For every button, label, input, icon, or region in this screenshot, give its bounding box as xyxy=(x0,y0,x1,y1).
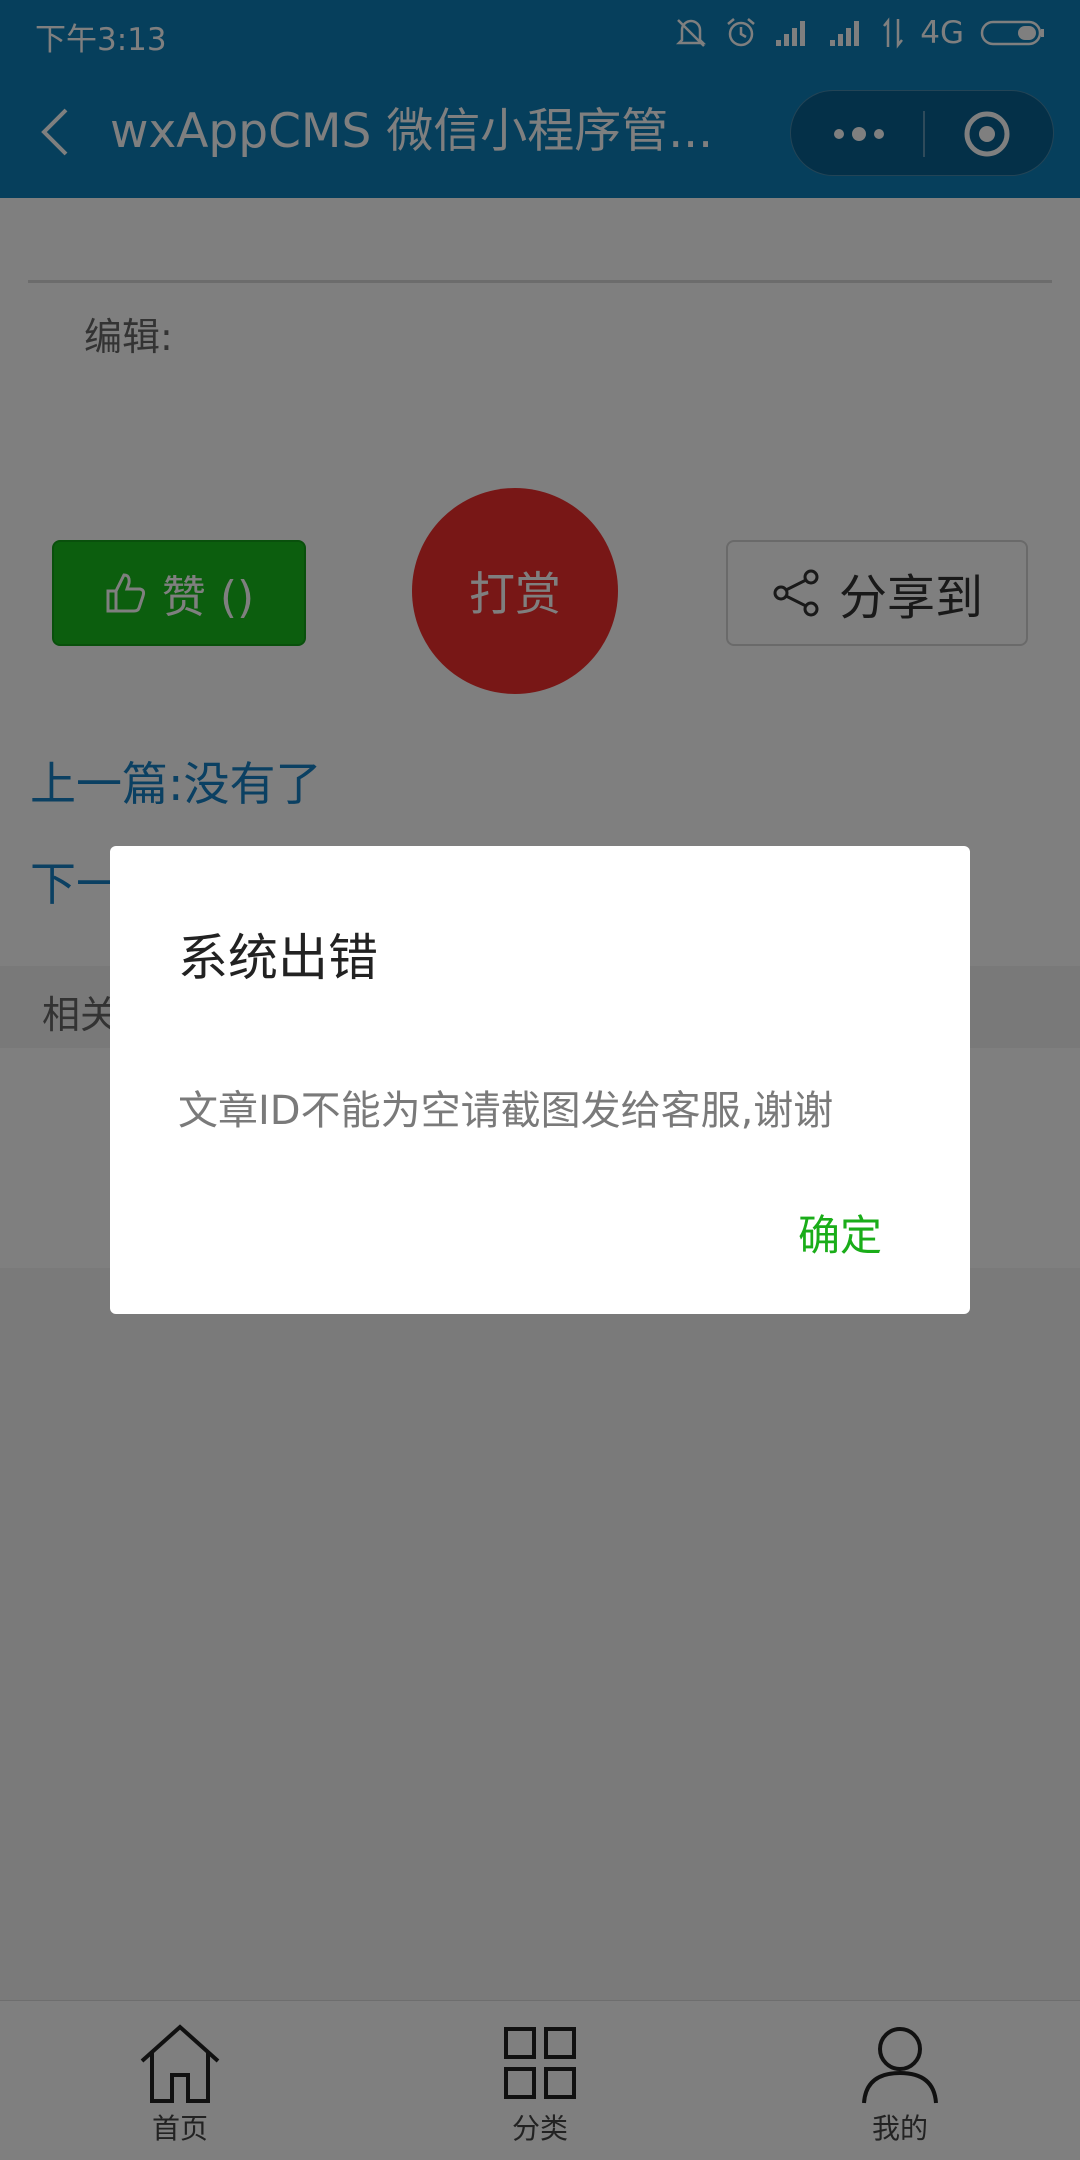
confirm-button[interactable]: 确定 xyxy=(798,1202,882,1263)
error-dialog: 系统出错 文章ID不能为空请截图发给客服,谢谢 确定 xyxy=(110,846,970,1314)
dialog-message: 文章ID不能为空请截图发给客服,谢谢 xyxy=(178,1088,834,1134)
dialog-title: 系统出错 xyxy=(178,929,378,987)
